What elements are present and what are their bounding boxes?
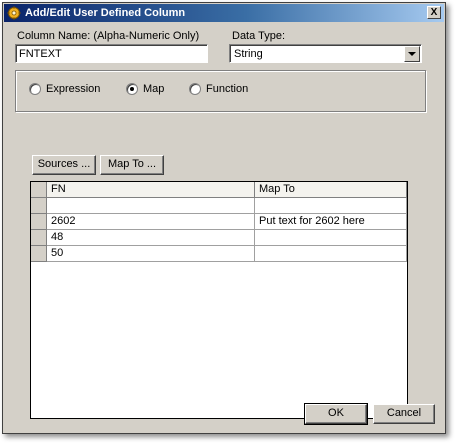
radio-expression-label: Expression	[46, 83, 101, 95]
sources-button[interactable]: Sources ...	[32, 155, 96, 175]
column-name-label: Column Name: (Alpha-Numeric Only)	[17, 30, 200, 42]
map-to-button[interactable]: Map To ...	[100, 155, 164, 175]
radio-map-label: Map	[143, 83, 165, 95]
gear-icon	[7, 6, 21, 20]
cell-map-to[interactable]: Put text for 2602 here	[255, 214, 407, 230]
table-row[interactable]: 50	[31, 246, 407, 262]
cell-map-to[interactable]	[255, 198, 407, 214]
data-type-select[interactable]: String	[229, 44, 422, 63]
column-header-map-to[interactable]: Map To	[255, 182, 407, 198]
dialog-window: Add/Edit User Defined Column X Column Na…	[2, 2, 446, 434]
data-type-value: String	[234, 48, 263, 60]
radio-function-button[interactable]	[189, 83, 201, 95]
cell-fn[interactable]: 50	[47, 246, 255, 262]
radio-expression-button[interactable]	[29, 83, 41, 95]
data-type-label: Data Type:	[232, 30, 285, 42]
close-button[interactable]: X	[427, 6, 441, 19]
cell-fn[interactable]: 48	[47, 230, 255, 246]
grid-corner[interactable]	[31, 182, 47, 198]
ok-button[interactable]: OK	[304, 403, 368, 425]
row-header[interactable]	[31, 246, 47, 262]
mapping-grid[interactable]: FN Map To 2602 Put text for 2602 here 48…	[30, 181, 408, 419]
window-title: Add/Edit User Defined Column	[25, 7, 186, 19]
radio-map-button[interactable]	[126, 83, 138, 95]
cell-fn[interactable]	[47, 198, 255, 214]
table-row[interactable]: 48	[31, 230, 407, 246]
cell-map-to[interactable]	[255, 246, 407, 262]
grid-header-row: FN Map To	[31, 182, 407, 198]
row-header[interactable]	[31, 214, 47, 230]
table-row[interactable]	[31, 198, 407, 214]
table-row[interactable]: 2602 Put text for 2602 here	[31, 214, 407, 230]
row-header[interactable]	[31, 230, 47, 246]
cancel-button[interactable]: Cancel	[373, 404, 435, 424]
row-header[interactable]	[31, 198, 47, 214]
title-bar[interactable]: Add/Edit User Defined Column X	[4, 4, 444, 22]
chevron-down-icon[interactable]	[404, 46, 420, 62]
column-name-input[interactable]: FNTEXT	[15, 44, 208, 63]
column-header-fn[interactable]: FN	[47, 182, 255, 198]
close-icon: X	[430, 7, 438, 18]
cell-fn[interactable]: 2602	[47, 214, 255, 230]
radio-function-label: Function	[206, 83, 249, 95]
cell-map-to[interactable]	[255, 230, 407, 246]
